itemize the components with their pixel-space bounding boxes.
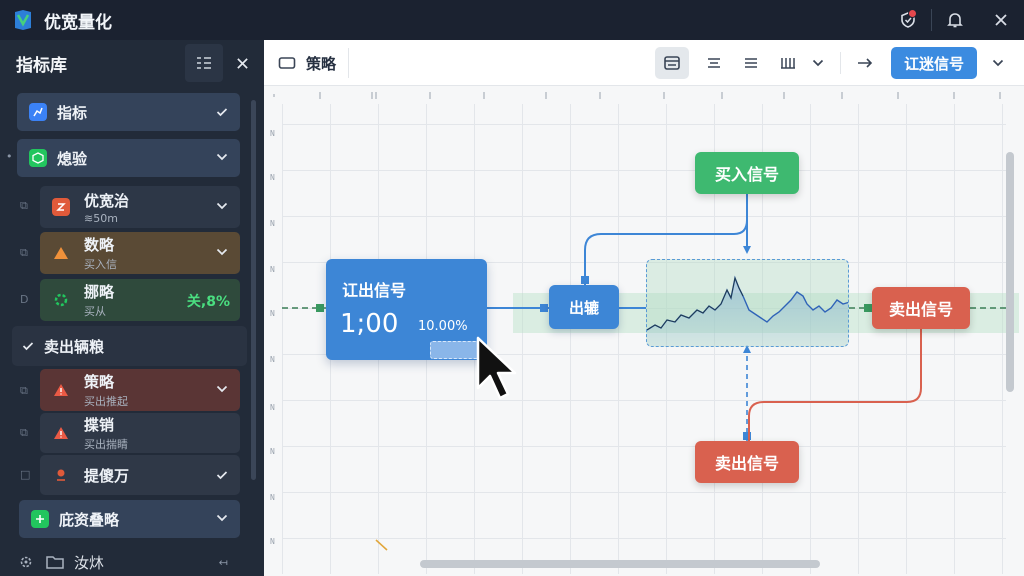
- warning-icon: [52, 244, 70, 262]
- sidebar-subitem-shulue[interactable]: 数略 买入信: [40, 232, 240, 274]
- canvas-area: 策略 讧迷信号 NNNNNNNNNN 讧出信号 1;00 10.00% 出辘 买…: [264, 40, 1024, 576]
- sidebar-item-validation[interactable]: 熄验: [17, 139, 240, 177]
- subitem-title: 揲销: [84, 416, 115, 434]
- strategy-icon: [52, 198, 70, 216]
- sidebar-item-bottom[interactable]: 庇资叠略: [19, 500, 240, 538]
- title-bar: 优宽量化: [0, 0, 1024, 40]
- subitem-title: 挪略: [84, 283, 115, 301]
- bell-icon: [947, 13, 963, 28]
- sidebar-close-button[interactable]: [223, 44, 261, 82]
- subitem-title: 策略: [84, 373, 115, 391]
- warning-icon: [52, 381, 70, 399]
- close-window-button[interactable]: [978, 0, 1024, 40]
- subitem-subtitle: 买出推起: [84, 395, 128, 408]
- list-icon: [197, 57, 211, 69]
- check-icon: [22, 342, 34, 351]
- folder-icon[interactable]: [46, 555, 64, 569]
- subitem-title: 优宽治: [84, 191, 130, 210]
- subitem-subtitle: 买入信: [84, 258, 117, 271]
- chevron-down-icon: [216, 248, 228, 256]
- vertical-scrollbar[interactable]: [1006, 152, 1014, 392]
- cube-icon: [29, 149, 47, 167]
- node-value: 1;00: [340, 309, 399, 339]
- settings-icon[interactable]: [18, 554, 34, 570]
- close-icon: [995, 14, 1007, 26]
- notification-badge: [908, 9, 917, 18]
- drag-handle-icon[interactable]: ⧉: [20, 246, 28, 260]
- price-chart: [647, 275, 848, 346]
- pin-icon: [52, 466, 70, 484]
- subitem-title: 数略: [84, 236, 115, 254]
- signal-node-main[interactable]: 讧出信号 1;00 10.00%: [326, 259, 487, 360]
- app-title: 优宽量化: [44, 12, 112, 33]
- drag-handle-icon[interactable]: ⧉: [20, 384, 28, 398]
- check-icon: [216, 108, 228, 117]
- horizontal-scrollbar[interactable]: [420, 560, 820, 568]
- drag-handle-icon[interactable]: ⧉: [20, 199, 28, 213]
- sidebar-subitem-tishawan[interactable]: 提傻万: [40, 455, 240, 495]
- sidebar-subitem-youkuan[interactable]: 优宽治 ≋50m: [40, 186, 240, 228]
- buy-signal-node[interactable]: 买入信号: [695, 152, 799, 194]
- sidebar-footer: 汝炑 ↤: [0, 548, 264, 576]
- subitem-subtitle: ≋50m: [84, 211, 118, 225]
- sidebar-title: 指标库: [16, 55, 67, 76]
- sidebar-scrollbar[interactable]: [251, 100, 256, 480]
- subitem-subtitle: 买从: [84, 305, 106, 318]
- sidebar-header: 指标库: [0, 40, 264, 86]
- drag-handle-icon[interactable]: ⧉: [20, 426, 28, 440]
- sidebar-item-label: 指标: [57, 103, 88, 122]
- gear-icon: [52, 291, 70, 309]
- security-button[interactable]: [885, 0, 931, 40]
- sidebar-subitem-celue[interactable]: 策略 买出推起: [40, 369, 240, 411]
- price-chart-node[interactable]: [646, 259, 849, 347]
- close-icon: [236, 57, 248, 69]
- indicator-icon: [29, 103, 47, 121]
- footer-label: 汝炑: [74, 553, 105, 572]
- sell-signal-node-right[interactable]: 卖出信号: [872, 287, 970, 329]
- sidebar-item-label: 庇资叠略: [59, 510, 120, 529]
- signal-node-mid[interactable]: 出辘: [549, 285, 619, 329]
- drag-handle-icon[interactable]: □: [20, 468, 30, 481]
- sidebar-subitem-nuolue[interactable]: 挪略 买从 关,8%: [40, 279, 240, 321]
- section-label: 卖出辆粮: [44, 337, 105, 356]
- sidebar-subitem-dieqiao[interactable]: 揲销 买出揣睛: [40, 413, 240, 453]
- node-resize-handle[interactable]: [430, 341, 482, 359]
- sidebar-item-indicator[interactable]: 指标: [17, 93, 240, 131]
- app-logo-icon: [15, 10, 31, 30]
- sidebar-list-button[interactable]: [185, 44, 223, 82]
- chevron-down-icon: [216, 202, 228, 210]
- subitem-subtitle: 买出揣睛: [84, 438, 128, 451]
- drag-handle-icon[interactable]: D: [20, 293, 28, 306]
- sidebar: 指标库 指标 • 熄验 ⧉ 优宽治 ≋50m ⧉ 数略 买入信 D 挪略 买从 …: [0, 40, 264, 576]
- pencil-icon: [375, 539, 388, 551]
- node-percent: 10.00%: [418, 319, 468, 334]
- subitem-value: 关,8%: [186, 294, 230, 310]
- chevron-down-icon: [216, 514, 228, 522]
- sell-signal-node-bottom[interactable]: 卖出信号: [695, 441, 799, 483]
- node-title: 讧出信号: [342, 281, 407, 300]
- section-sell-header[interactable]: 卖出辆粮: [12, 326, 247, 366]
- check-icon: [216, 471, 228, 480]
- footer-collapse-button[interactable]: ↤: [219, 556, 228, 569]
- chevron-down-icon: [216, 385, 228, 393]
- expand-dot-icon: •: [6, 150, 13, 163]
- plus-box-icon: [31, 510, 49, 528]
- warning-icon: [52, 424, 70, 442]
- mouse-cursor-icon: [476, 336, 517, 400]
- notifications-button[interactable]: [932, 0, 978, 40]
- subitem-title: 提傻万: [84, 466, 130, 485]
- chevron-down-icon: [216, 153, 228, 161]
- sidebar-item-label: 熄验: [57, 149, 88, 168]
